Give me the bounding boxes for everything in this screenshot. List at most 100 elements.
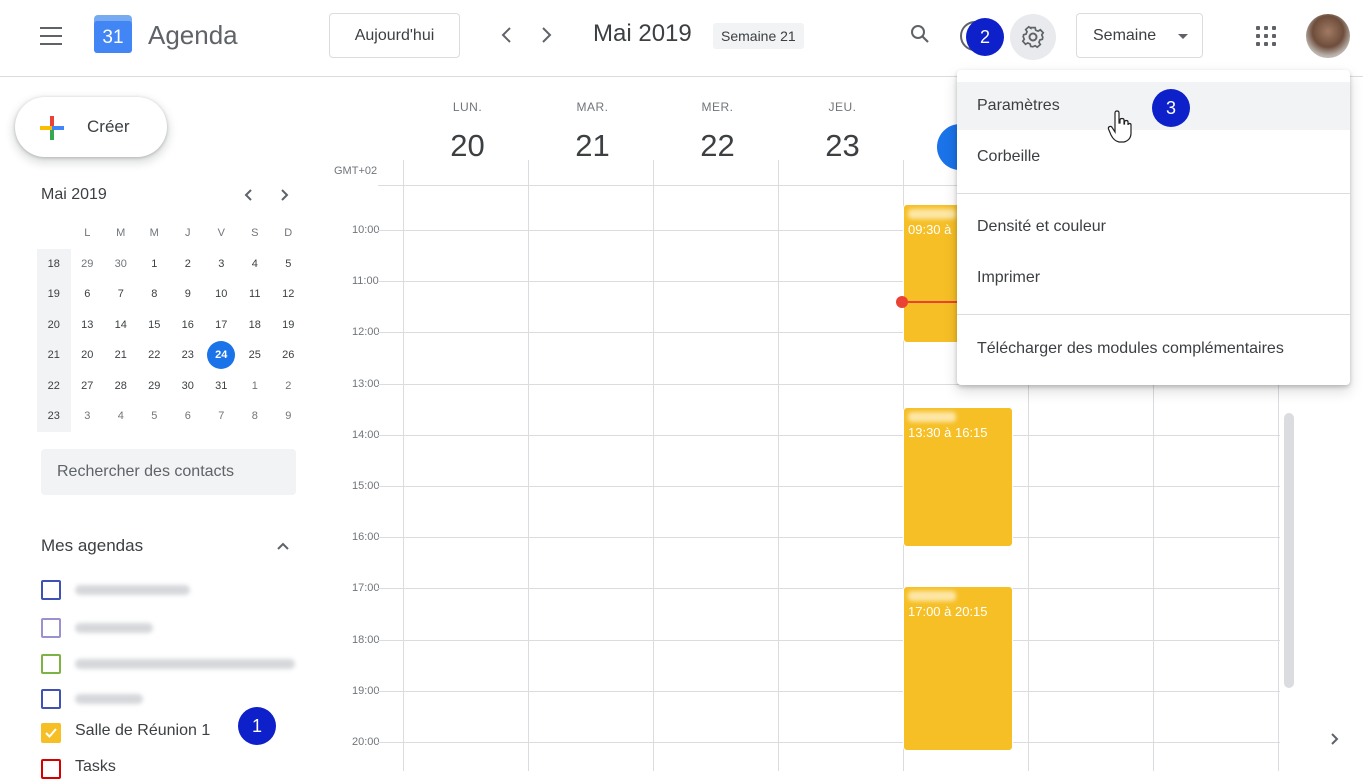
event-block[interactable]: 09:30 à — [903, 204, 963, 343]
event-block[interactable]: 17:00 à 20:15 — [903, 586, 1013, 751]
search-icon[interactable] — [908, 22, 932, 46]
mini-week-number[interactable]: 22 — [37, 370, 71, 401]
calendar-checkbox[interactable] — [41, 689, 61, 709]
mini-week-number[interactable]: 18 — [37, 248, 71, 279]
mini-week-number[interactable]: 23 — [37, 401, 71, 432]
mini-day[interactable]: 10 — [205, 279, 239, 310]
mini-day[interactable]: 12 — [272, 279, 306, 310]
mini-weekday-header: L — [84, 227, 91, 240]
hour-label: 13:00 — [352, 378, 380, 390]
mini-day[interactable]: 9 — [171, 279, 205, 310]
view-select[interactable]: Semaine — [1076, 13, 1203, 58]
mini-day[interactable]: 20 — [71, 340, 105, 371]
chevron-right-icon[interactable] — [1323, 728, 1345, 756]
calendar-name-redacted — [75, 585, 190, 595]
mini-day[interactable]: 30 — [171, 371, 205, 402]
day-number: 21 — [575, 128, 610, 163]
apps-grid-icon[interactable] — [1255, 25, 1277, 47]
calendar-checkbox[interactable] — [41, 580, 61, 600]
calendar-name-redacted — [75, 659, 295, 669]
menu-item-get-addons[interactable]: Télécharger des modules complémentaires — [957, 325, 1350, 373]
mini-day[interactable]: 16 — [171, 310, 205, 341]
mini-day[interactable]: 2 — [171, 249, 205, 280]
mini-week-number[interactable]: 21 — [37, 340, 71, 371]
event-block[interactable]: 13:30 à 16:15 — [903, 407, 1013, 547]
calendar-list-item[interactable] — [41, 614, 301, 642]
mini-day[interactable]: 30 — [104, 249, 138, 280]
mini-day[interactable]: 19 — [272, 310, 306, 341]
calendar-checkbox[interactable] — [41, 723, 61, 743]
mini-day[interactable]: 6 — [71, 279, 105, 310]
mini-day[interactable]: 8 — [138, 279, 172, 310]
mini-day[interactable]: 7 — [205, 401, 239, 432]
mini-next-icon[interactable] — [273, 184, 295, 212]
mini-day[interactable]: 11 — [238, 279, 272, 310]
chevron-up-icon[interactable] — [272, 535, 294, 557]
create-button[interactable]: Créer — [15, 97, 167, 157]
mini-day[interactable]: 25 — [238, 340, 272, 371]
search-contacts-input[interactable]: Rechercher des contacts — [41, 449, 296, 495]
mini-day[interactable]: 23 — [171, 340, 205, 371]
day-column-header[interactable]: LUN. 20 — [405, 100, 530, 164]
my-calendars-heading[interactable]: Mes agendas — [41, 536, 143, 556]
mini-calendar: L M M J V S D 18 29 30 1 2 3 4 5 19 6 7 8 9 10 11 12 20 13 14 15 16… — [37, 218, 305, 432]
mini-day[interactable]: 8 — [238, 401, 272, 432]
mini-day[interactable]: 3 — [205, 249, 239, 280]
view-select-label: Semaine — [1093, 27, 1157, 44]
mini-day[interactable]: 17 — [205, 310, 239, 341]
mini-day[interactable]: 18 — [238, 310, 272, 341]
mini-day[interactable]: 6 — [171, 401, 205, 432]
mini-day[interactable]: 3 — [71, 401, 105, 432]
settings-button[interactable] — [1010, 14, 1056, 60]
mini-day[interactable]: 26 — [272, 340, 306, 371]
calendar-list-item[interactable]: Tasks — [41, 755, 301, 783]
weekday-label: MER. — [701, 100, 734, 114]
mini-day[interactable]: 22 — [138, 340, 172, 371]
event-time: 13:30 à 16:15 — [908, 425, 988, 440]
day-column-header[interactable]: JEU. 23 — [780, 100, 905, 164]
calendar-list-item[interactable] — [41, 650, 301, 678]
mini-day[interactable]: 29 — [71, 249, 105, 280]
mini-prev-icon[interactable] — [238, 184, 260, 212]
calendar-checkbox[interactable] — [41, 618, 61, 638]
calendar-name: Tasks — [75, 758, 116, 775]
mini-day[interactable]: 27 — [71, 371, 105, 402]
mini-week-number[interactable]: 19 — [37, 279, 71, 310]
mini-day[interactable]: 1 — [238, 371, 272, 402]
chevron-right-icon[interactable] — [533, 22, 559, 48]
mini-week-number[interactable]: 20 — [37, 309, 71, 340]
mini-day[interactable]: 21 — [104, 340, 138, 371]
day-column-header[interactable]: MER. 22 — [655, 100, 780, 164]
mini-day[interactable]: 15 — [138, 310, 172, 341]
calendar-checkbox[interactable] — [41, 759, 61, 779]
hour-label: 16:00 — [352, 531, 380, 543]
day-column-header[interactable]: MAR. 21 — [530, 100, 655, 164]
mini-day[interactable]: 29 — [138, 371, 172, 402]
mini-day[interactable]: 4 — [238, 249, 272, 280]
mini-day[interactable]: 7 — [104, 279, 138, 310]
menu-item-trash[interactable]: Corbeille — [957, 133, 1350, 181]
mini-day[interactable]: 24 — [205, 340, 239, 371]
weekday-label: JEU. — [828, 100, 857, 114]
mini-day[interactable]: 13 — [71, 310, 105, 341]
mini-day[interactable]: 9 — [272, 401, 306, 432]
mini-day[interactable]: 31 — [205, 371, 239, 402]
top-bar: 31 Agenda Aujourd'hui Mai 2019 Semaine 2… — [0, 0, 1363, 77]
menu-item-density-color[interactable]: Densité et couleur — [957, 203, 1350, 251]
mini-day[interactable]: 4 — [104, 401, 138, 432]
calendar-checkbox[interactable] — [41, 654, 61, 674]
calendar-list-item[interactable] — [41, 576, 301, 604]
mini-day[interactable]: 5 — [272, 249, 306, 280]
chevron-left-icon[interactable] — [494, 22, 520, 48]
mini-day[interactable]: 5 — [138, 401, 172, 432]
mini-day[interactable]: 14 — [104, 310, 138, 341]
grid-scrollbar[interactable] — [1284, 413, 1294, 688]
today-button[interactable]: Aujourd'hui — [329, 13, 460, 58]
mini-day[interactable]: 28 — [104, 371, 138, 402]
weekday-label: LUN. — [452, 100, 483, 114]
menu-item-print[interactable]: Imprimer — [957, 254, 1350, 302]
avatar[interactable] — [1306, 14, 1350, 58]
mini-day[interactable]: 1 — [138, 249, 172, 280]
mini-day[interactable]: 2 — [272, 371, 306, 402]
main-menu-icon[interactable] — [40, 27, 62, 45]
